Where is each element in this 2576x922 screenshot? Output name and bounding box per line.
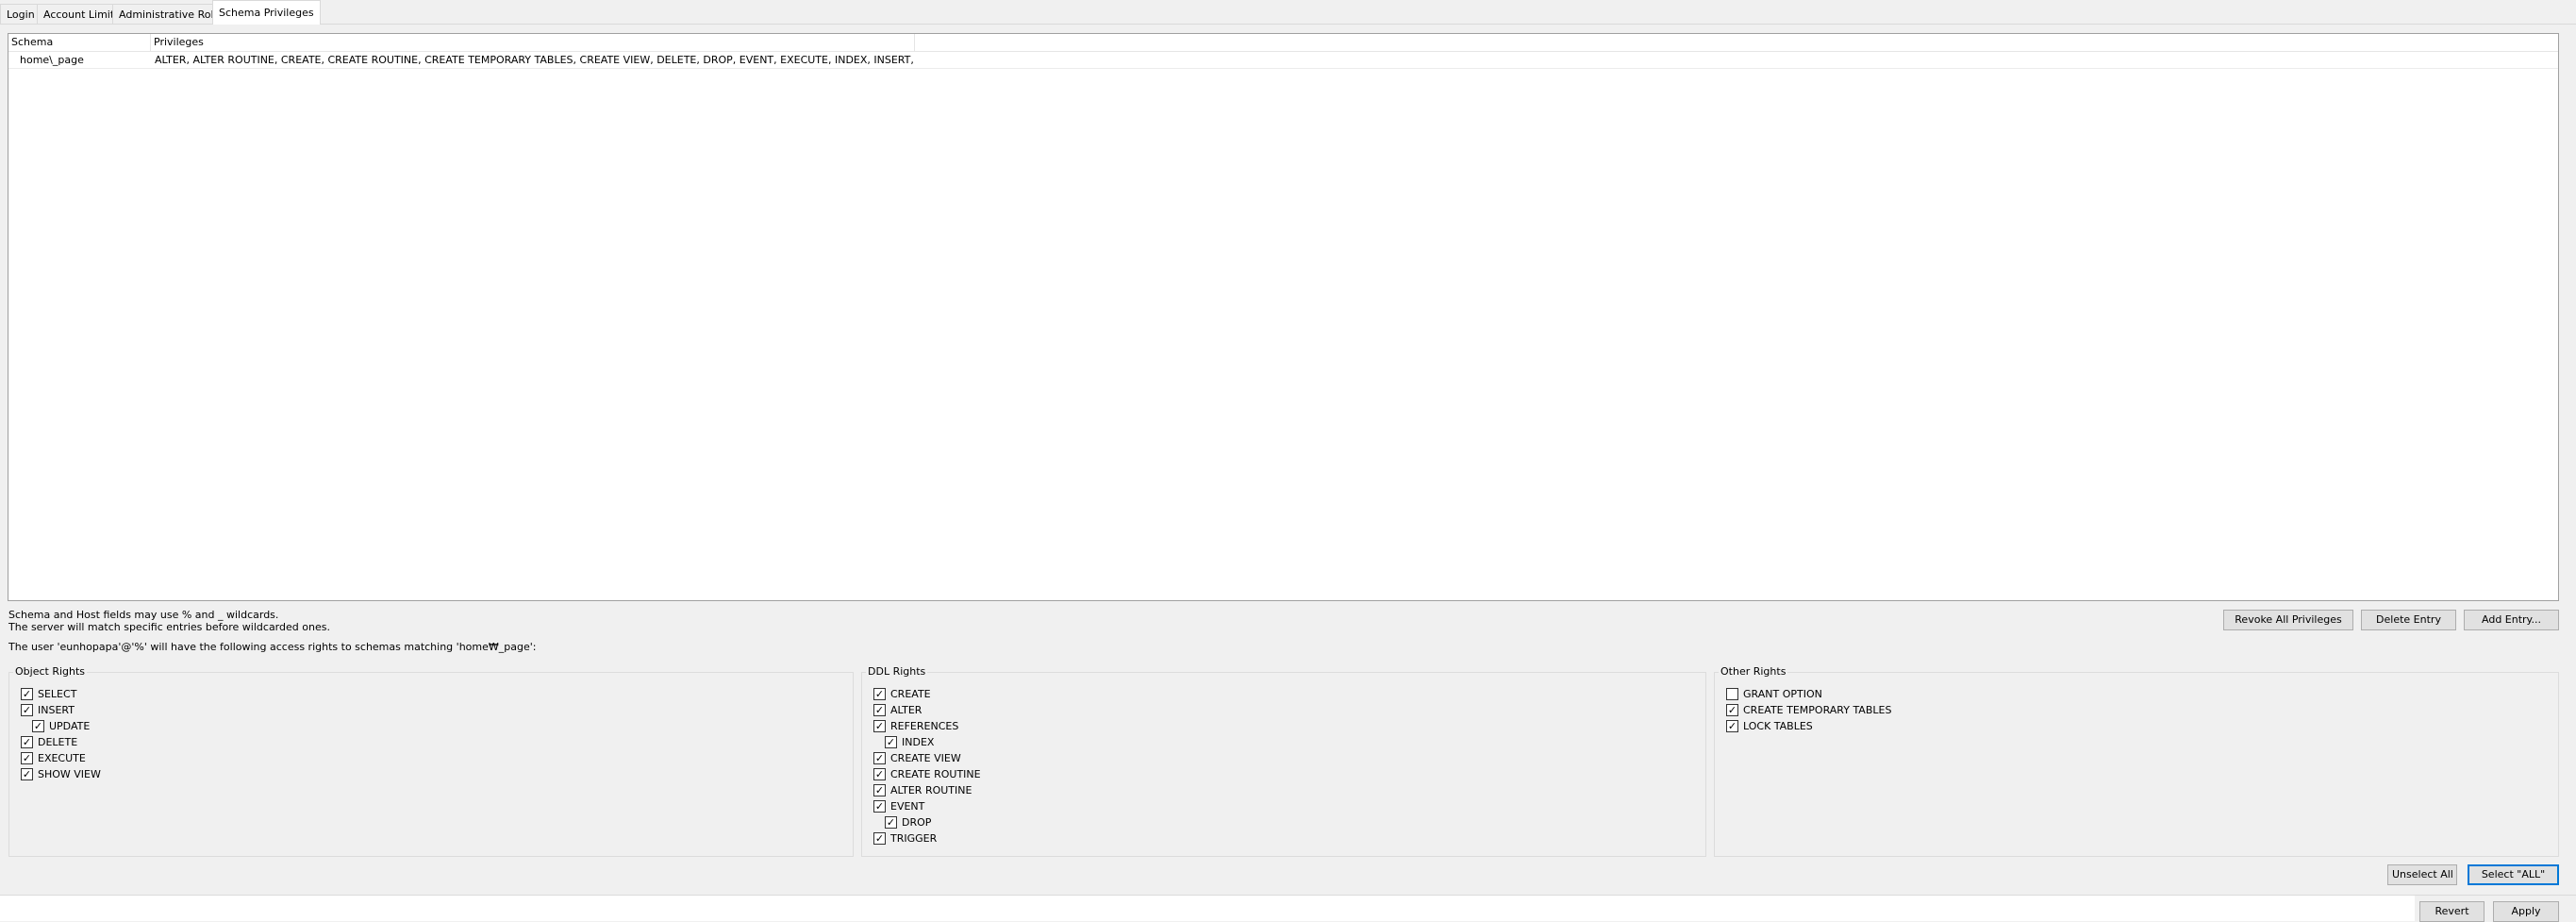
checkbox-box[interactable]: ✓ (21, 752, 33, 764)
checkbox-box[interactable]: ✓ (873, 768, 886, 780)
checkbox-label: CREATE TEMPORARY TABLES (1743, 704, 1892, 716)
column-header-privileges[interactable]: Privileges (151, 34, 915, 51)
tab-baseline (0, 24, 2576, 25)
checkbox-label: CREATE (890, 688, 931, 700)
checkbox-box[interactable]: ✓ (1726, 720, 1738, 732)
tab-login[interactable]: Login (0, 4, 42, 24)
checkbox-label: LOCK TABLES (1743, 720, 1813, 732)
column-header-schema[interactable]: Schema (8, 34, 151, 51)
checkbox-box[interactable]: ✓ (873, 688, 886, 700)
checkbox-label: GRANT OPTION (1743, 688, 1822, 700)
delete-entry-button[interactable]: Delete Entry (2361, 610, 2456, 630)
apply-button[interactable]: Apply (2493, 901, 2559, 922)
checkbox-box[interactable]: ✓ (873, 752, 886, 764)
object-rights-group: Object Rights ✓ SELECT ✓ INSERT ✓ UPDATE ✓ D… (8, 665, 854, 857)
checkbox-label: INSERT (38, 704, 75, 716)
tab-strip (0, 0, 2576, 25)
checkbox-box[interactable]: ✓ (873, 720, 886, 732)
checkbox-label: INDEX (902, 736, 935, 748)
checkbox-box[interactable]: ✓ (873, 800, 886, 813)
checkbox-box[interactable]: ✓ (21, 736, 33, 748)
checkbox-box[interactable]: ✓ (32, 720, 44, 732)
checkbox-box[interactable]: ✓ (21, 704, 33, 716)
select-all-button[interactable]: Select "ALL" (2468, 864, 2559, 885)
table-row[interactable]: home\_page ALTER, ALTER ROUTINE, CREATE,… (8, 52, 2558, 69)
checkbox-box[interactable]: ✓ (1726, 704, 1738, 716)
checkbox-label: DELETE (38, 736, 78, 748)
access-rights-info: The user 'eunhopapa'@'%' will have the f… (8, 641, 537, 653)
checkbox-box[interactable]: ✓ (873, 704, 886, 716)
grid-header: Schema Privileges (8, 34, 2558, 52)
wildcard-info-line1: Schema and Host fields may use % and _ w… (8, 609, 279, 621)
object-rights-title: Object Rights (13, 665, 88, 679)
checkbox-label: CREATE ROUTINE (890, 768, 981, 780)
checkbox-box[interactable]: ✓ (885, 736, 897, 748)
checkbox-label: EVENT (890, 800, 925, 813)
checkbox-label: SHOW VIEW (38, 768, 101, 780)
tab-schema-privileges[interactable]: Schema Privileges (212, 0, 321, 25)
checkbox-label: ALTER (890, 704, 922, 716)
checkbox-box[interactable] (1726, 688, 1738, 700)
row-privileges-cell: ALTER, ALTER ROUTINE, CREATE, CREATE ROU… (155, 54, 914, 66)
checkbox-label: EXECUTE (38, 752, 86, 764)
schema-privileges-grid[interactable]: Schema Privileges home\_page ALTER, ALTE… (8, 33, 2559, 601)
revert-button[interactable]: Revert (2419, 901, 2485, 922)
checkbox-label: ALTER ROUTINE (890, 784, 972, 796)
checkbox-label: TRIGGER (890, 832, 938, 845)
other-rights-group: Other Rights GRANT OPTION ✓ CREATE TEMPOR… (1714, 665, 2559, 857)
checkbox-label: DROP (902, 816, 932, 829)
checkbox-label: CREATE VIEW (890, 752, 961, 764)
checkbox-label: UPDATE (49, 720, 91, 732)
checkbox-box[interactable]: ✓ (873, 784, 886, 796)
footer-status-area (0, 896, 2415, 921)
revoke-all-privileges-button[interactable]: Revoke All Privileges (2223, 610, 2353, 630)
wildcard-info-line2: The server will match specific entries b… (8, 621, 330, 633)
ddl-rights-title: DDL Rights (866, 665, 928, 679)
checkbox-box[interactable]: ✓ (21, 688, 33, 700)
checkbox-box[interactable]: ✓ (873, 832, 886, 845)
add-entry-button[interactable]: Add Entry... (2464, 610, 2559, 630)
row-schema-cell: home\_page (20, 54, 84, 66)
other-rights-title: Other Rights (1719, 665, 1788, 679)
checkbox-label: SELECT (38, 688, 77, 700)
checkbox-label: REFERENCES (890, 720, 959, 732)
checkbox-box[interactable]: ✓ (21, 768, 33, 780)
ddl-rights-group: DDL Rights ✓ CREATE ✓ ALTER ✓ REFERENCES ✓ I… (861, 665, 1706, 857)
checkbox-box[interactable]: ✓ (885, 816, 897, 829)
unselect-all-button[interactable]: Unselect All (2387, 864, 2457, 885)
